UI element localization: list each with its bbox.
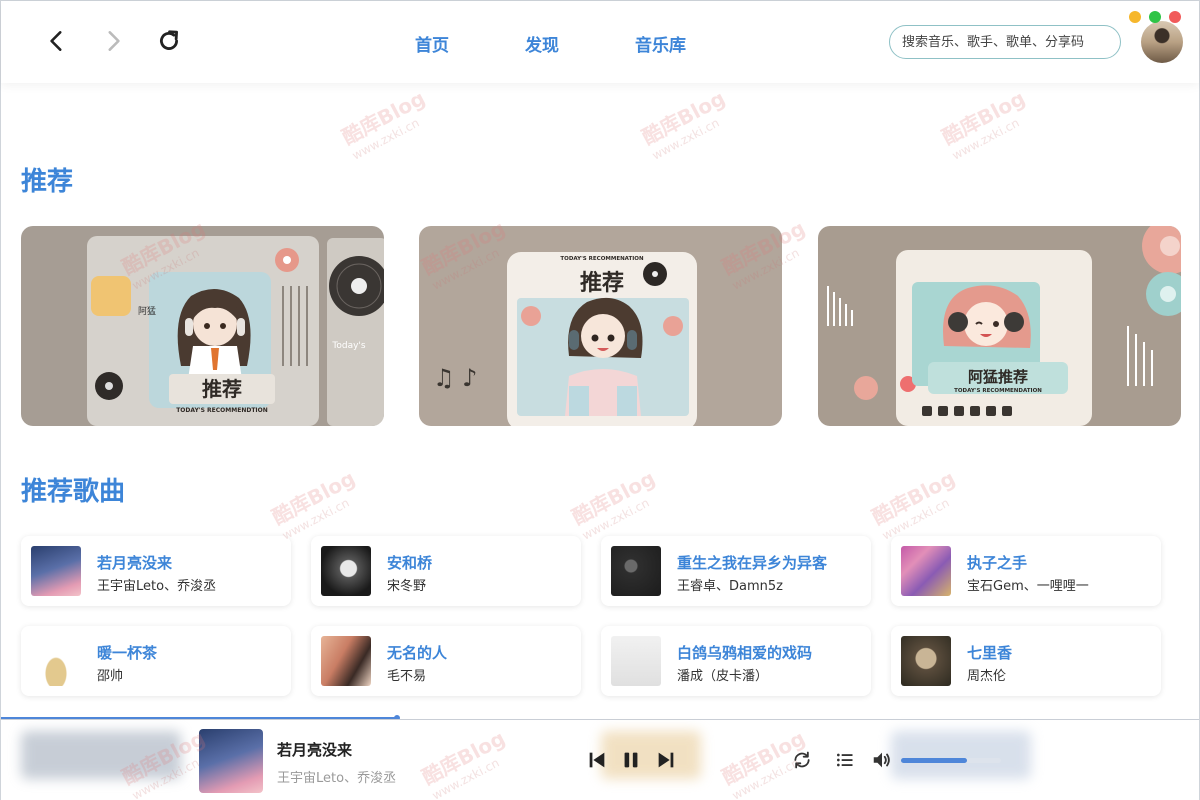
song-cover	[321, 546, 371, 596]
player-background-blur	[601, 731, 701, 779]
minimize-button[interactable]	[1129, 11, 1141, 23]
player-background-blur	[891, 731, 1031, 779]
user-avatar[interactable]	[1141, 21, 1183, 63]
next-button[interactable]	[655, 749, 677, 771]
song-artist: 潘成（皮卡潘）	[677, 669, 769, 684]
song-artist: 宋冬野	[387, 579, 427, 594]
chevron-left-icon	[50, 31, 62, 51]
playlist-button[interactable]	[835, 750, 855, 770]
song-title: 暖一杯茶	[97, 644, 158, 662]
song-card[interactable]: 无名的人 毛不易	[311, 626, 581, 696]
repeat-button[interactable]	[792, 750, 812, 770]
banner-1-side-text: Today's	[331, 341, 366, 351]
now-playing-title: 若月亮没来	[277, 741, 353, 759]
app-window: 首页 发现 音乐库 推荐 推荐 TODAY'S RE	[0, 0, 1200, 800]
watermark: 酷库Blog www.zxki.cn	[338, 85, 429, 163]
song-title: 重生之我在异乡为异客	[677, 554, 828, 572]
song-card[interactable]: 白鸽乌鸦相爱的戏码 潘成（皮卡潘）	[601, 626, 871, 696]
song-artist: 宝石Gem、一哩哩一	[967, 579, 1089, 594]
banner-3-subtitle: TODAY'S RECOMMENDATION	[954, 388, 1042, 394]
song-cover	[31, 546, 81, 596]
player-background-blur	[21, 731, 181, 779]
now-playing-artist: 王宇宙Leto、乔浚丞	[277, 771, 397, 786]
song-artist: 毛不易	[387, 669, 427, 684]
volume-icon	[873, 752, 890, 768]
song-artist: 王睿卓、Damn5z	[677, 579, 783, 594]
playlist-icon	[837, 753, 853, 767]
song-artist: 王宇宙Leto、乔浚丞	[97, 579, 217, 594]
banner-1-small-text: 阿猛	[138, 305, 156, 317]
banner-1-artwork: 推荐 TODAY'S RECOMMENDTION 阿猛 Today's	[21, 226, 384, 426]
back-button[interactable]	[41, 25, 73, 57]
banner-2-artwork: 推荐 TODAY'S RECOMMENATION ♫ ♪	[419, 226, 782, 426]
volume-slider[interactable]	[901, 758, 1001, 763]
banner-3[interactable]: 阿猛推荐 TODAY'S RECOMMENDATION	[818, 226, 1181, 426]
banner-1-subtitle: TODAY'S RECOMMENDTION	[176, 407, 268, 414]
skip-next-icon	[658, 752, 674, 768]
song-title: 白鸽乌鸦相爱的戏码	[677, 644, 813, 662]
song-cover	[901, 636, 951, 686]
tab-discover[interactable]: 发现	[525, 31, 559, 56]
watermark: 酷库Blog www.zxki.cn	[868, 465, 959, 543]
now-playing-cover[interactable]	[199, 729, 263, 793]
song-card[interactable]: 执子之手 宝石Gem、一哩哩一	[891, 536, 1161, 606]
tab-library[interactable]: 音乐库	[635, 31, 686, 56]
banner-2-music-note-icon: ♫ ♪	[433, 364, 477, 392]
maximize-button[interactable]	[1149, 11, 1161, 23]
banner-2-title: 推荐	[580, 270, 624, 296]
song-card[interactable]: 若月亮没来 王宇宙Leto、乔浚丞	[21, 536, 291, 606]
chevron-right-icon	[108, 31, 120, 51]
search-input[interactable]	[889, 25, 1121, 59]
song-title: 无名的人	[387, 644, 448, 662]
tab-home[interactable]: 首页	[415, 31, 449, 56]
forward-button[interactable]	[97, 25, 129, 57]
watermark: 酷库Blog www.zxki.cn	[638, 85, 729, 163]
song-artist: 周杰伦	[967, 669, 1007, 684]
refresh-icon	[160, 30, 178, 50]
song-card[interactable]: 安和桥 宋冬野	[311, 536, 581, 606]
banner-3-title: 阿猛推荐	[968, 368, 1028, 386]
song-title: 执子之手	[967, 554, 1028, 572]
skip-previous-icon	[589, 752, 605, 768]
song-title: 安和桥	[387, 554, 433, 572]
song-artist: 邵帅	[97, 669, 124, 684]
songs-heading: 推荐歌曲	[21, 477, 126, 507]
song-cover	[611, 636, 661, 686]
song-cover	[321, 636, 371, 686]
close-button[interactable]	[1169, 11, 1181, 23]
song-title: 七里香	[967, 644, 1013, 662]
pause-button[interactable]	[620, 749, 642, 771]
banner-3-artwork: 阿猛推荐 TODAY'S RECOMMENDATION	[818, 226, 1181, 426]
refresh-button[interactable]	[153, 25, 185, 57]
song-card[interactable]: 暖一杯茶 邵帅	[21, 626, 291, 696]
song-cover	[31, 636, 81, 686]
watermark: 酷库Blog www.zxki.cn	[938, 85, 1029, 163]
song-title: 若月亮没来	[97, 554, 173, 572]
volume-level	[901, 758, 967, 763]
recommend-heading: 推荐	[21, 167, 74, 197]
previous-button[interactable]	[586, 749, 608, 771]
volume-button[interactable]	[870, 749, 894, 771]
song-cover	[901, 546, 951, 596]
watermark: 酷库Blog www.zxki.cn	[268, 465, 359, 543]
pause-icon	[624, 752, 638, 768]
watermark: 酷库Blog www.zxki.cn	[568, 465, 659, 543]
song-cover	[611, 546, 661, 596]
repeat-icon	[794, 751, 810, 769]
banner-1-title: 推荐	[202, 377, 242, 401]
song-card[interactable]: 七里香 周杰伦	[891, 626, 1161, 696]
song-card[interactable]: 重生之我在异乡为异客 王睿卓、Damn5z	[601, 536, 871, 606]
banner-1[interactable]: 推荐 TODAY'S RECOMMENDTION 阿猛 Today's	[21, 226, 384, 426]
banner-2[interactable]: 推荐 TODAY'S RECOMMENATION ♫ ♪	[419, 226, 782, 426]
top-bar: 首页 发现 音乐库	[1, 1, 1199, 83]
banner-2-subtitle: TODAY'S RECOMMENATION	[560, 256, 644, 262]
